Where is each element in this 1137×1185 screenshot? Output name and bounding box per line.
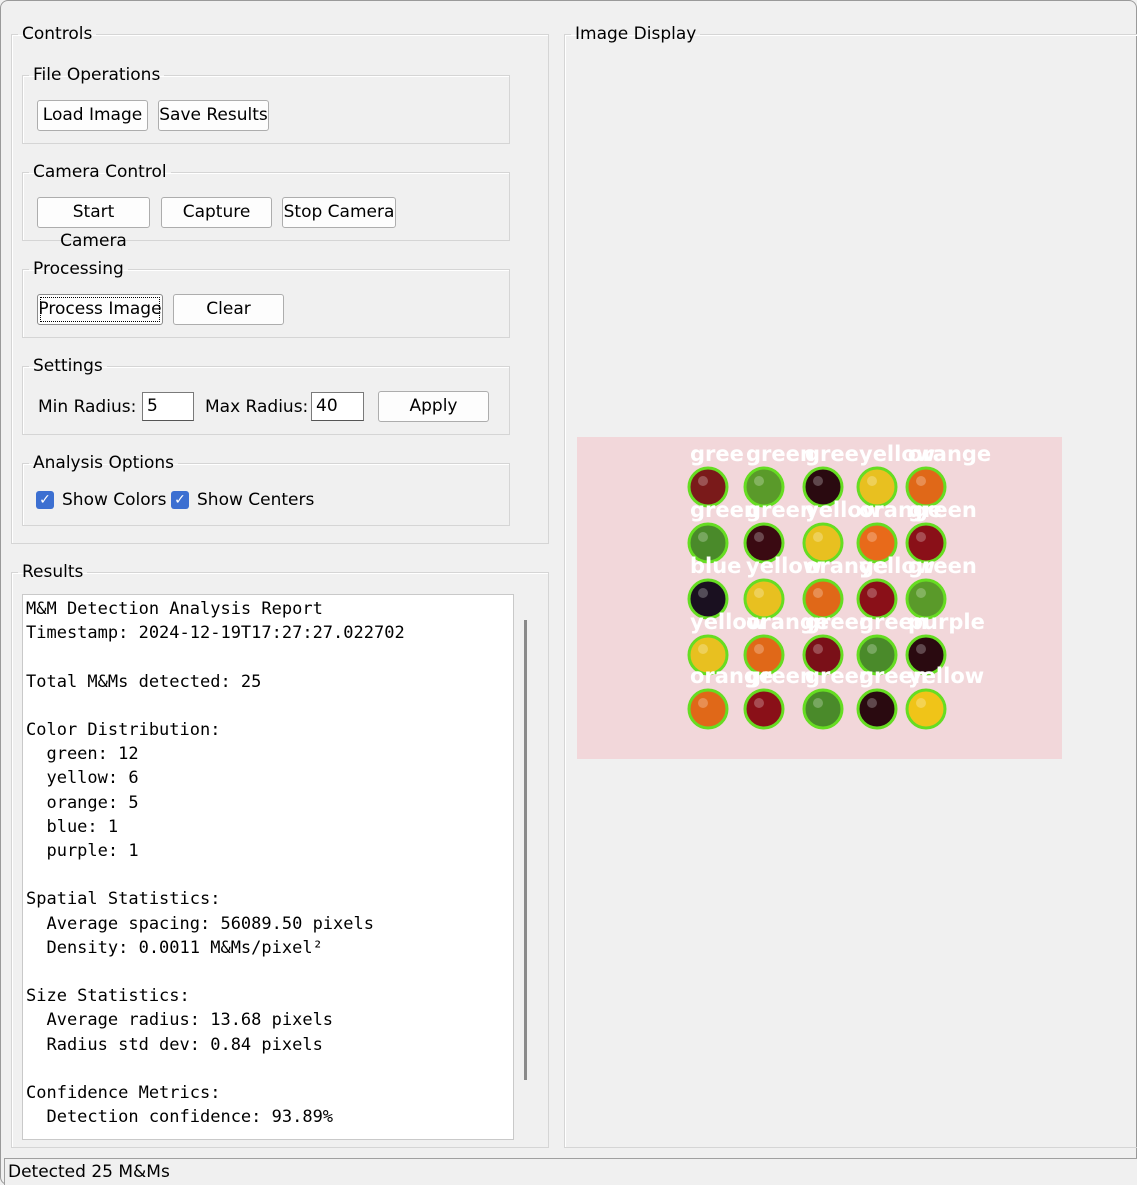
color-label: blue bbox=[690, 554, 741, 578]
candy-highlight bbox=[867, 588, 877, 598]
candy-highlight bbox=[754, 698, 764, 708]
results-line: Size Statistics: bbox=[26, 986, 190, 1007]
candy-highlight bbox=[813, 476, 823, 486]
detection-circle bbox=[856, 688, 898, 730]
results-line: green: 12 bbox=[26, 744, 139, 765]
checkmark-icon: ✓ bbox=[36, 491, 54, 509]
clear-button[interactable]: Clear bbox=[173, 294, 284, 325]
candy-highlight bbox=[867, 644, 877, 654]
processing-title: Processing bbox=[33, 259, 124, 279]
results-line: Color Distribution: bbox=[26, 720, 221, 741]
results-line: Spatial Statistics: bbox=[26, 889, 221, 910]
detected-candy bbox=[905, 688, 947, 730]
candy-highlight bbox=[754, 588, 764, 598]
controls-title: Controls bbox=[22, 24, 93, 44]
candy-highlight bbox=[698, 644, 708, 654]
candy-highlight bbox=[867, 532, 877, 542]
candy-highlight bbox=[754, 476, 764, 486]
results-line: M&M Detection Analysis Report bbox=[26, 599, 323, 619]
status-bar: Detected 25 M&Ms bbox=[4, 1158, 1137, 1185]
max-radius-label: Max Radius: bbox=[205, 397, 309, 417]
color-label: yellow bbox=[908, 664, 984, 688]
detected-candy bbox=[743, 688, 785, 730]
results-line: Average radius: 13.68 pixels bbox=[26, 1010, 334, 1031]
candy-highlight bbox=[916, 588, 926, 598]
results-line: Confidence Metrics: bbox=[26, 1083, 221, 1104]
start-camera-button[interactable]: Start Camera bbox=[37, 197, 150, 251]
file-operations-title: File Operations bbox=[33, 65, 161, 85]
checkmark-icon: ✓ bbox=[171, 491, 189, 509]
min-radius-label: Min Radius: bbox=[38, 397, 137, 417]
candy-highlight bbox=[813, 644, 823, 654]
color-label: purple bbox=[908, 610, 985, 634]
detection-circle bbox=[802, 688, 844, 730]
results-line: Total M&Ms detected: 25 bbox=[26, 671, 262, 692]
detection-circle bbox=[687, 688, 729, 730]
color-label: orange bbox=[908, 442, 991, 466]
results-line: Density: 0.0011 M&Ms/pixel² bbox=[26, 937, 323, 958]
detected-candy bbox=[687, 688, 729, 730]
show-colors-checkbox[interactable]: ✓ Show Colors bbox=[36, 490, 167, 510]
load-image-button[interactable]: Load Image bbox=[37, 100, 148, 131]
detection-overlay: gree greengree yelloworangegreengreenyello… bbox=[687, 442, 991, 730]
candy-highlight bbox=[867, 698, 877, 708]
detected-candy bbox=[802, 688, 844, 730]
results-line: Detection confidence: 93.89% bbox=[26, 1107, 334, 1128]
results-report-text: M&M Detection Analysis Report Timestamp:… bbox=[23, 595, 513, 1129]
capture-button[interactable]: Capture bbox=[161, 197, 272, 228]
color-label: gree bbox=[805, 442, 859, 466]
camera-control-title: Camera Control bbox=[33, 162, 167, 182]
detection-circle bbox=[905, 688, 947, 730]
results-scrollbar[interactable] bbox=[524, 620, 527, 1080]
detected-candy bbox=[856, 688, 898, 730]
color-label: green bbox=[908, 554, 977, 578]
process-image-button[interactable]: Process Image bbox=[37, 294, 163, 325]
stop-camera-button[interactable]: Stop Camera bbox=[282, 197, 396, 228]
show-colors-label: Show Colors bbox=[62, 490, 167, 510]
results-line: purple: 1 bbox=[26, 841, 139, 862]
show-centers-checkbox[interactable]: ✓ Show Centers bbox=[171, 490, 314, 510]
results-line: blue: 1 bbox=[26, 816, 119, 837]
apply-button[interactable]: Apply bbox=[378, 391, 489, 422]
candy-highlight bbox=[916, 476, 926, 486]
detection-image: gree green gree yellow orange green green yello… bbox=[577, 437, 1062, 759]
candy-highlight bbox=[867, 476, 877, 486]
color-label: gree bbox=[690, 442, 744, 466]
results-line: orange: 5 bbox=[26, 792, 139, 813]
results-line: Average spacing: 56089.50 pixels bbox=[26, 913, 374, 934]
analysis-options-title: Analysis Options bbox=[33, 453, 175, 473]
color-label: green bbox=[908, 498, 977, 522]
detection-circle bbox=[743, 688, 785, 730]
results-textbox[interactable]: M&M Detection Analysis Report Timestamp:… bbox=[22, 594, 514, 1140]
results-line: Radius std dev: 0.84 pixels bbox=[26, 1034, 323, 1055]
results-title: Results bbox=[22, 562, 84, 582]
results-line: yellow: 6 bbox=[26, 768, 139, 789]
candy-highlight bbox=[813, 532, 823, 542]
candy-highlight bbox=[916, 644, 926, 654]
candy-highlight bbox=[754, 644, 764, 654]
candy-highlight bbox=[698, 532, 708, 542]
min-radius-field[interactable]: 5 bbox=[142, 392, 194, 421]
save-results-button[interactable]: Save Results bbox=[158, 100, 269, 131]
candy-highlight bbox=[813, 588, 823, 598]
candy-highlight bbox=[698, 698, 708, 708]
candy-highlight bbox=[698, 476, 708, 486]
candy-highlight bbox=[916, 698, 926, 708]
candy-highlight bbox=[698, 588, 708, 598]
show-centers-label: Show Centers bbox=[197, 490, 315, 510]
settings-title: Settings bbox=[33, 356, 103, 376]
candy-highlight bbox=[813, 698, 823, 708]
max-radius-field[interactable]: 40 bbox=[311, 392, 364, 421]
candy-highlight bbox=[916, 532, 926, 542]
image-display-title: Image Display bbox=[575, 24, 697, 44]
candy-highlight bbox=[754, 532, 764, 542]
results-line: Timestamp: 2024-12-19T17:27:27.022702 bbox=[26, 623, 405, 644]
